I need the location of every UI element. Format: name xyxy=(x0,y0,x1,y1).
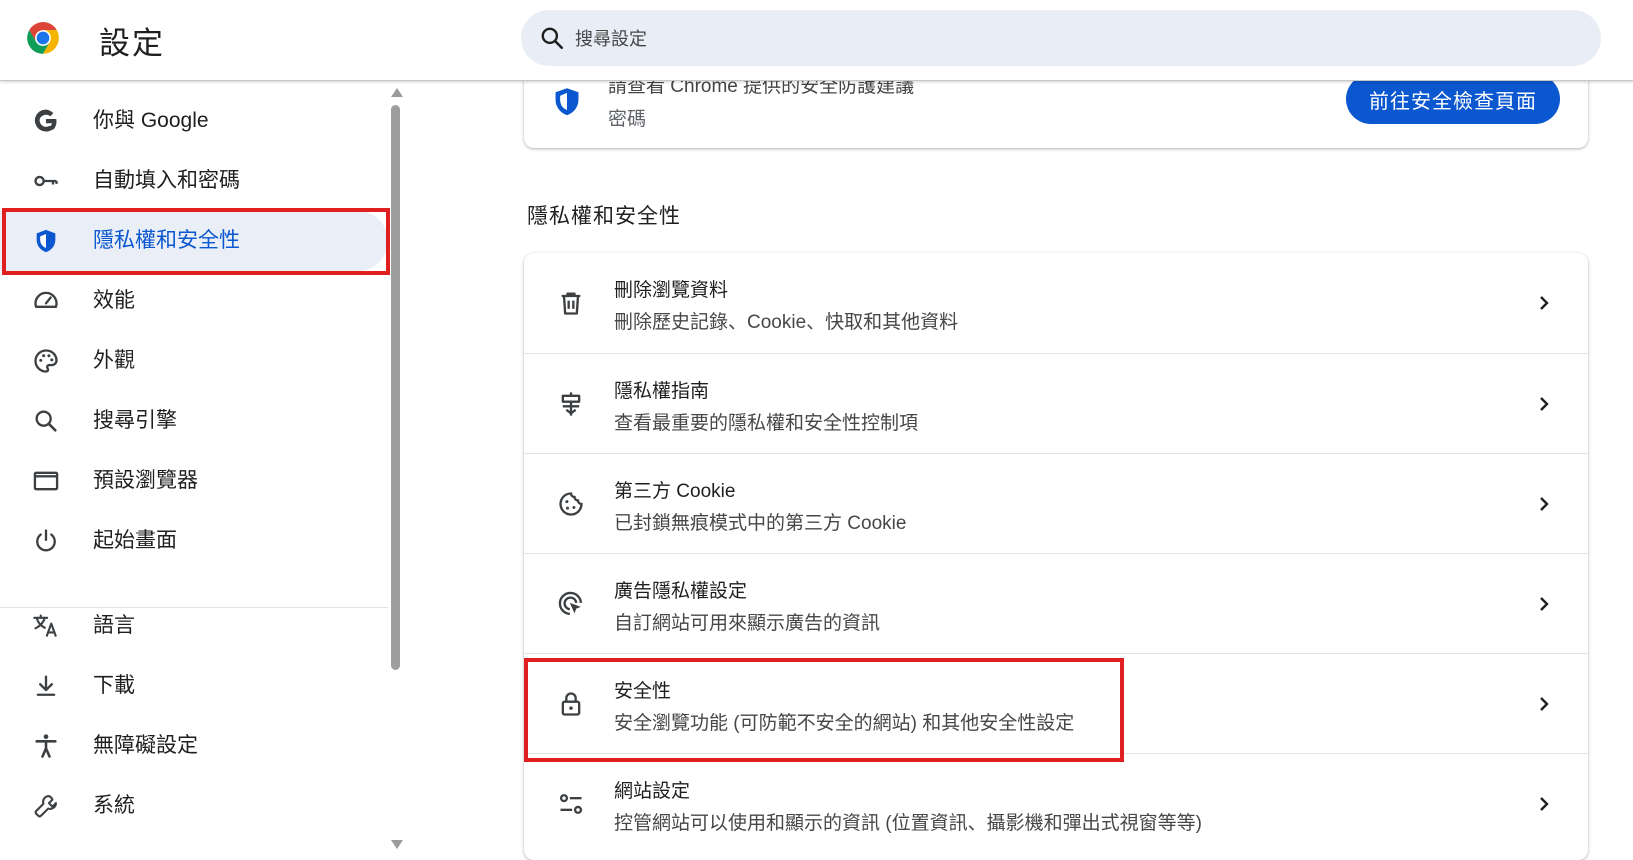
sidebar-item-label: 自動填入和密碼 xyxy=(93,169,240,192)
chevron-right-icon xyxy=(1540,597,1549,611)
row-subtitle: 控管網站可以使用和顯示的資訊 (位置資訊、攝影機和彈出式視窗等等) xyxy=(614,813,1202,834)
speedometer-icon xyxy=(34,291,58,308)
row-subtitle: 已封鎖無痕模式中的第三方 Cookie xyxy=(614,513,907,534)
row-site-settings[interactable]: 網站設定 控管網站可以使用和顯示的資訊 (位置資訊、攝影機和彈出式視窗等等) xyxy=(524,753,1588,854)
browser-window-icon xyxy=(33,471,59,491)
row-third-party-cookies[interactable]: 第三方 Cookie 已封鎖無痕模式中的第三方 Cookie xyxy=(524,453,1588,554)
sidebar-item-default-browser[interactable]: 預設瀏覽器 xyxy=(0,451,388,511)
chrome-logo-icon xyxy=(27,22,59,54)
top-bar: 設定 xyxy=(0,0,1633,81)
search-icon xyxy=(541,27,564,50)
page-title: 設定 xyxy=(99,26,165,61)
go-to-safety-check-button[interactable]: 前往安全檢查頁面 xyxy=(1346,74,1560,124)
sidebar-item-label: 無障礙設定 xyxy=(93,734,198,757)
row-title: 第三方 Cookie xyxy=(614,481,736,502)
sidebar-item-languages[interactable]: 語言 xyxy=(0,596,388,656)
section-title: 隱私權和安全性 xyxy=(527,205,681,228)
chevron-right-icon xyxy=(1540,296,1549,310)
power-icon xyxy=(36,529,56,552)
sidebar-item-performance[interactable]: 效能 xyxy=(0,271,388,331)
row-subtitle: 自訂網站可用來顯示廣告的資訊 xyxy=(614,613,881,634)
site-settings-icon xyxy=(559,794,583,814)
row-subtitle: 查看最重要的隱私權和安全性控制項 xyxy=(614,413,919,434)
chevron-right-icon xyxy=(1540,497,1549,511)
wrench-icon xyxy=(34,795,57,818)
row-title: 網站設定 xyxy=(614,781,691,802)
sidebar-item-label: 起始畫面 xyxy=(93,529,177,552)
translate-icon xyxy=(33,614,57,637)
palette-icon xyxy=(34,349,58,373)
row-title: 廣告隱私權設定 xyxy=(614,581,748,602)
sidebar-item-google[interactable]: 你與 Google xyxy=(0,91,388,151)
sidebar-item-appearance[interactable]: 外觀 xyxy=(0,331,388,391)
row-clear-browsing-data[interactable]: 刪除瀏覽資料 刪除歷史記錄、Cookie、快取和其他資料 xyxy=(524,253,1588,353)
highlight-box-security xyxy=(524,658,1124,762)
sidebar-item-downloads[interactable]: 下載 xyxy=(0,656,388,716)
scroll-down-arrow-icon[interactable] xyxy=(391,840,403,849)
chevron-right-icon xyxy=(1540,697,1549,711)
sidebar-item-label: 下載 xyxy=(93,674,135,697)
sidebar-item-label: 搜尋引擎 xyxy=(93,409,177,432)
sidebar-item-label: 預設瀏覽器 xyxy=(93,469,198,492)
google-g-icon xyxy=(34,109,57,132)
row-privacy-guide[interactable]: 隱私權指南 查看最重要的隱私權和安全性控制項 xyxy=(524,353,1588,454)
sidebar-item-label: 系統 xyxy=(93,794,135,817)
sidebar-item-autofill[interactable]: 自動填入和密碼 xyxy=(0,151,388,211)
trash-icon xyxy=(561,292,581,315)
sidebar-item-system[interactable]: 系統 xyxy=(0,776,388,836)
search-icon xyxy=(35,410,57,432)
sidebar-item-label: 你與 Google xyxy=(93,109,209,132)
accessibility-icon xyxy=(35,734,57,758)
key-icon xyxy=(34,175,58,187)
highlight-box-privacy xyxy=(2,208,390,275)
scrollbar-thumb[interactable] xyxy=(391,105,400,670)
sidebar-item-label: 效能 xyxy=(93,289,135,312)
sidebar-item-label: 語言 xyxy=(93,614,135,637)
privacy-settings-card: 刪除瀏覽資料 刪除歷史記錄、Cookie、快取和其他資料 隱私權指南 查看最重要… xyxy=(524,253,1588,860)
sidebar-item-search-engine[interactable]: 搜尋引擎 xyxy=(0,391,388,451)
row-ad-privacy[interactable]: 廣告隱私權設定 自訂網站可用來顯示廣告的資訊 xyxy=(524,553,1588,654)
sidebar: 你與 Google 自動填入和密碼 隱私權和安全性 效能 外觀 搜尋引擎 預設瀏… xyxy=(0,81,392,860)
chevron-right-icon xyxy=(1540,797,1549,811)
safety-check-subtext: 密碼 xyxy=(608,109,647,130)
ad-privacy-icon xyxy=(558,591,583,616)
sidebar-item-startup[interactable]: 起始畫面 xyxy=(0,511,388,571)
search-bar[interactable] xyxy=(521,10,1601,68)
row-subtitle: 刪除歷史記錄、Cookie、快取和其他資料 xyxy=(614,312,959,333)
chevron-right-icon xyxy=(1540,397,1549,411)
row-title: 隱私權指南 xyxy=(614,381,710,402)
scroll-up-arrow-icon[interactable] xyxy=(391,88,403,97)
cookie-icon xyxy=(559,492,583,516)
privacy-guide-icon xyxy=(561,392,581,416)
sidebar-item-label: 外觀 xyxy=(93,349,135,372)
download-icon xyxy=(36,675,56,696)
shield-icon xyxy=(555,88,579,116)
sidebar-item-accessibility[interactable]: 無障礙設定 xyxy=(0,716,388,776)
search-input[interactable] xyxy=(573,10,1577,68)
row-title: 刪除瀏覽資料 xyxy=(614,280,729,301)
